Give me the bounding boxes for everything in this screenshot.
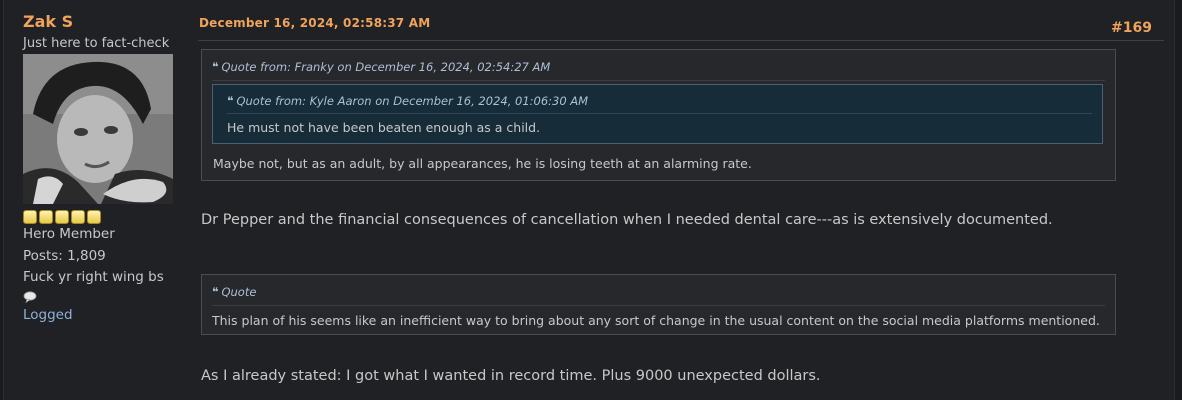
quote-header-text: Quote: [221, 285, 257, 299]
star-icon: [71, 210, 85, 224]
nested-quote-header-text[interactable]: Quote from: Kyle Aaron on December 16, 2…: [236, 94, 588, 108]
quote-header-text[interactable]: Quote from: Franky on December 16, 2024,…: [221, 60, 550, 74]
poster-custom-title: Just here to fact-check: [23, 36, 170, 51]
poster-post-count: Posts: 1,809: [23, 247, 106, 264]
nested-quote-text: He must not have been beaten enough as a…: [227, 120, 541, 135]
nested-quote-block: ❝ Quote from: Kyle Aaron on December 16, …: [212, 84, 1103, 144]
quote-text: This plan of his seems like an inefficie…: [212, 313, 1100, 328]
rank-stars: [23, 210, 183, 224]
quote-header: ❝ Quote: [212, 284, 1105, 306]
post-container: Zak S Just here to fact-check Hero Membe…: [3, 0, 1175, 400]
quote-header[interactable]: ❝ Quote from: Franky on December 16, 2024…: [212, 59, 1105, 81]
quote-text: Maybe not, but as an adult, by all appea…: [213, 156, 752, 171]
avatar[interactable]: [23, 54, 173, 204]
logged-link[interactable]: Logged: [23, 305, 183, 325]
poster-personal-text: Fuck yr right wing bs: [23, 269, 164, 285]
speech-bubble-icon[interactable]: [23, 290, 37, 304]
quote-block: ❝ Quote from: Franky on December 16, 2024…: [201, 49, 1116, 181]
quote-icon: ❝: [212, 60, 219, 74]
quote-icon: ❝: [227, 94, 234, 108]
quote-block: ❝ Quote This plan of his seems like an in…: [201, 274, 1116, 335]
star-icon: [23, 210, 37, 224]
star-icon: [87, 210, 101, 224]
post-counter[interactable]: #169: [1111, 20, 1152, 36]
poster-rank: Hero Member: [23, 226, 115, 242]
nested-quote-header[interactable]: ❝ Quote from: Kyle Aaron on December 16, …: [227, 93, 1092, 114]
star-icon: [55, 210, 69, 224]
poster-name-link[interactable]: Zak S: [23, 12, 183, 32]
reply-text: Dr Pepper and the financial consequences…: [201, 212, 1053, 228]
reply-text: As I already stated: I got what I wanted…: [201, 368, 821, 384]
post-date[interactable]: December 16, 2024, 02:58:37 AM: [199, 16, 430, 30]
poster-info: Zak S Just here to fact-check Hero Membe…: [23, 12, 183, 325]
quote-icon: ❝: [212, 285, 219, 299]
header-divider: [198, 40, 1164, 41]
star-icon: [39, 210, 53, 224]
